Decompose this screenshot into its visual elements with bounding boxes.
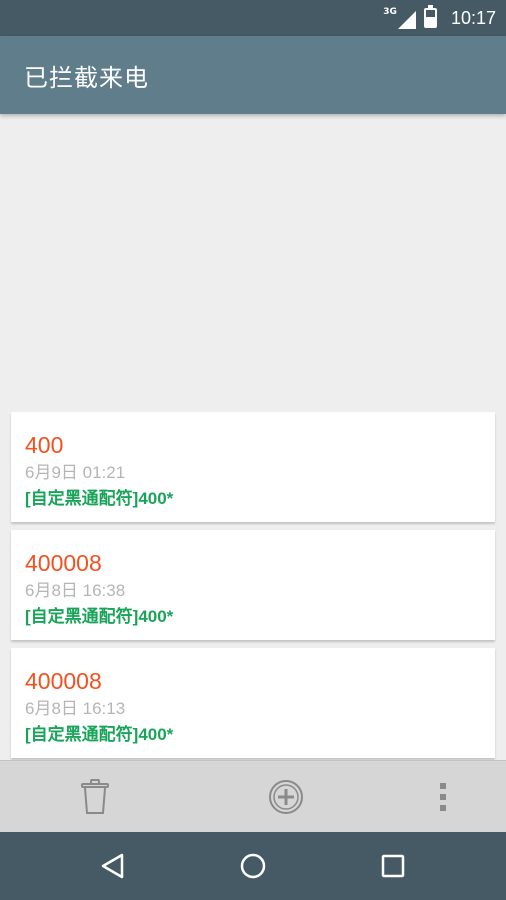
call-date: 6月8日 16:38 xyxy=(25,581,126,600)
call-number: 400 xyxy=(25,432,64,458)
list-item[interactable]: 400008 6月8日 16:13 [自定黑通配符]400* xyxy=(11,648,495,758)
status-time: 10:17 xyxy=(450,7,496,28)
home-icon xyxy=(240,853,266,879)
network-indicator: 3G xyxy=(383,7,416,29)
list-item[interactable]: 400008 6月8日 16:38 [自定黑通配符]400* xyxy=(11,530,495,640)
add-button[interactable] xyxy=(250,761,322,833)
system-nav-bar xyxy=(0,832,506,900)
network-type: 3G xyxy=(383,7,397,17)
back-button[interactable] xyxy=(72,832,152,900)
call-number: 400008 xyxy=(25,550,102,576)
signal-icon xyxy=(397,11,416,29)
status-bar: 3G 10:17 xyxy=(0,0,506,36)
block-rule: [自定黑通配符]400* xyxy=(25,725,174,744)
add-circle-icon xyxy=(269,780,303,814)
more-vert-icon xyxy=(440,783,446,811)
call-date: 6月8日 16:13 xyxy=(25,699,126,718)
more-options-button[interactable] xyxy=(420,761,466,833)
page-title: 已拦截来电 xyxy=(24,63,149,92)
battery-charging-icon xyxy=(423,5,437,28)
recents-button[interactable] xyxy=(353,832,433,900)
call-number: 400008 xyxy=(25,668,102,694)
trash-icon xyxy=(81,779,109,814)
recents-icon xyxy=(381,854,405,878)
list-item[interactable]: 400 6月9日 01:21 [自定黑通配符]400* xyxy=(11,412,495,522)
home-button[interactable] xyxy=(213,832,293,900)
app-bar: 已拦截来电 xyxy=(0,36,506,114)
call-date: 6月9日 01:21 xyxy=(25,463,126,482)
delete-button[interactable] xyxy=(60,761,130,833)
blocked-calls-list: 400 6月9日 01:21 [自定黑通配符]400* 400008 6月8日 … xyxy=(11,412,495,766)
bottom-action-bar xyxy=(0,760,506,832)
back-icon xyxy=(101,853,124,879)
block-rule: [自定黑通配符]400* xyxy=(25,607,174,626)
block-rule: [自定黑通配符]400* xyxy=(25,489,174,508)
